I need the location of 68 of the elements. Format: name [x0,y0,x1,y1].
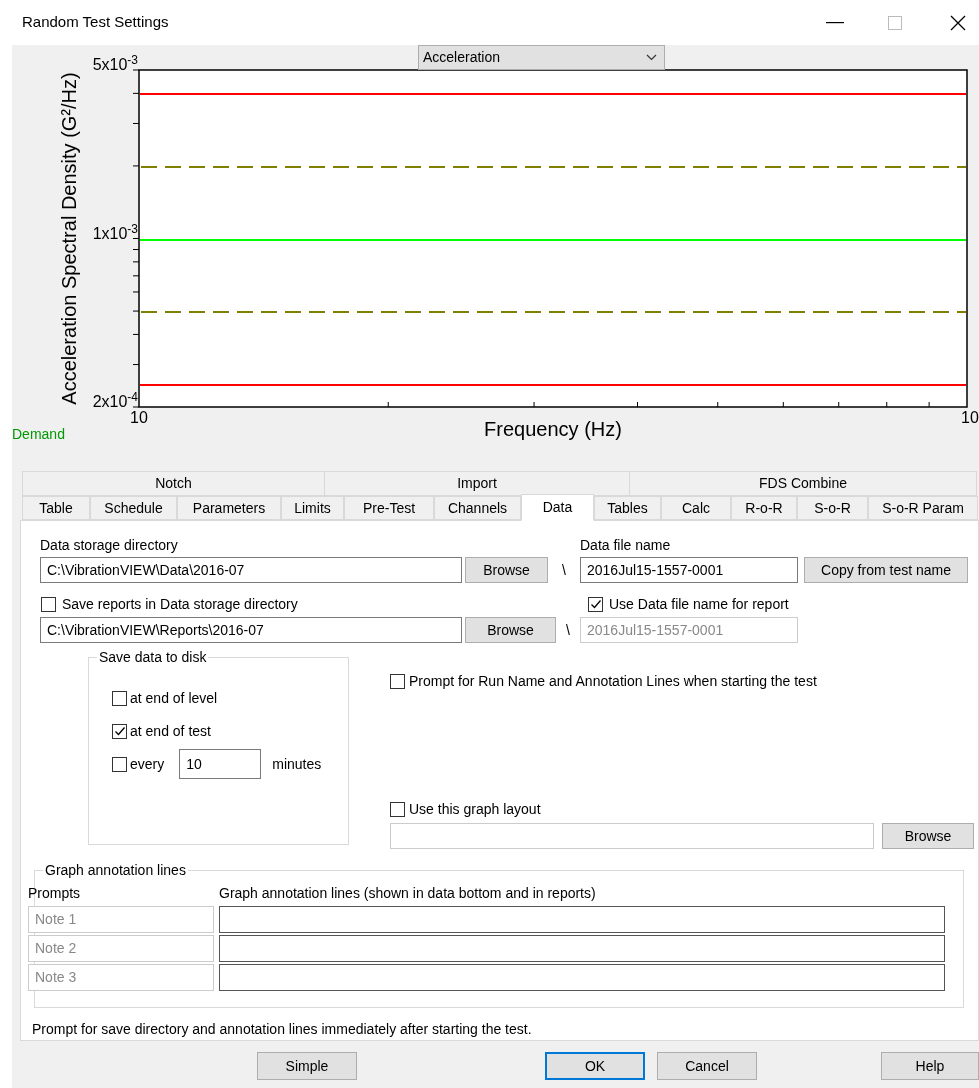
input-field[interactable]: C:\VibrationVIEW\Reports\2016-07 [40,617,462,643]
checkbox-label: at end of level [130,688,218,708]
checkbox[interactable] [390,673,405,689]
close-icon[interactable] [950,14,966,31]
copy-button[interactable]: Copy from test name [804,557,968,583]
tab[interactable]: FDS Combine [629,471,977,496]
minimize-icon[interactable] [826,21,844,24]
checkbox[interactable] [112,723,127,739]
tick-label: 10 [961,409,979,427]
input-field[interactable]: Note 1 [28,906,214,933]
checkbox-label: Save reports in Data storage directory [62,594,299,614]
dialog-button[interactable]: Simple [257,1052,357,1080]
checkbox[interactable] [390,801,405,817]
checkbox[interactable] [112,690,127,706]
dialog-button[interactable]: OK [545,1052,645,1080]
checkbox-label: Prompt for Run Name and Annotation Lines when starting the test [409,671,817,691]
tick-label: 1x10$^{-3}$ [92,224,138,243]
input-field[interactable] [219,906,945,933]
path-separator: \ [565,620,571,640]
checkbox-label: Use this graph layout [409,799,541,819]
x-axis-title: Frequency (Hz) [484,418,622,440]
tab[interactable]: Table [22,496,90,520]
tab[interactable]: Import [324,471,630,496]
input-field[interactable]: 2016Jul15-1557-0001 [580,557,798,583]
browse-button[interactable]: Browse [465,557,548,583]
checkbox[interactable] [112,756,127,772]
input-field[interactable] [219,964,945,991]
input-field[interactable]: C:\VibrationVIEW\Data\2016-07 [40,557,462,583]
tab[interactable]: Data [521,494,594,521]
tick-label: 2x10$^{-4}$ [92,393,138,411]
legend-label: Demand [12,426,65,442]
input-field[interactable]: Note 3 [28,964,214,991]
input-field[interactable] [219,935,945,962]
tab[interactable]: Tables [594,496,661,520]
tab[interactable]: Notch [22,471,325,496]
footer-note: Prompt for save directory and annotation lines immediately after starting the test. [32,1020,533,1039]
tab[interactable]: Pre-Test [344,496,434,520]
unit-label: minutes [272,754,322,774]
field-label: Data storage directory [40,535,179,555]
group-title: Graph annotation lines [43,861,188,879]
input-field[interactable]: Note 2 [28,935,214,962]
tick-label: 5x10$^{-3}$ [92,56,138,74]
tick-label: 10 [130,409,148,427]
tab[interactable]: Parameters [177,496,281,520]
dialog-button[interactable]: Help [881,1052,979,1080]
tab[interactable]: Calc [661,496,731,520]
path-separator: \ [561,560,567,580]
dialog-button[interactable]: Cancel [657,1052,757,1080]
tab[interactable]: S-o-R Param [868,496,978,520]
y-axis-title: Acceleration Spectral Density (G²/Hz) [58,72,80,405]
browse-button[interactable]: Browse [465,617,556,643]
checkbox-label: at end of test [130,721,211,741]
tab[interactable]: S-o-R [797,496,868,520]
checkbox-label: every [130,754,165,774]
tab[interactable]: Channels [434,496,521,520]
column-header: Graph annotation lines (shown in data bottom and in reports) [219,883,596,903]
browse-button[interactable]: Browse [882,823,974,849]
checkbox[interactable] [41,596,56,612]
dropdown[interactable]: Acceleration [418,45,665,70]
chevron-down-icon [646,54,657,61]
column-header: Prompts [28,883,82,903]
tab[interactable]: Schedule [90,496,177,520]
tab[interactable]: Limits [281,496,344,520]
input-field[interactable]: 10 [179,749,262,779]
window-title: Random Test Settings [22,12,169,33]
field-label: Data file name [580,535,671,555]
checkbox-label: Use Data file name for report [609,594,789,614]
tab[interactable]: R-o-R [731,496,797,520]
